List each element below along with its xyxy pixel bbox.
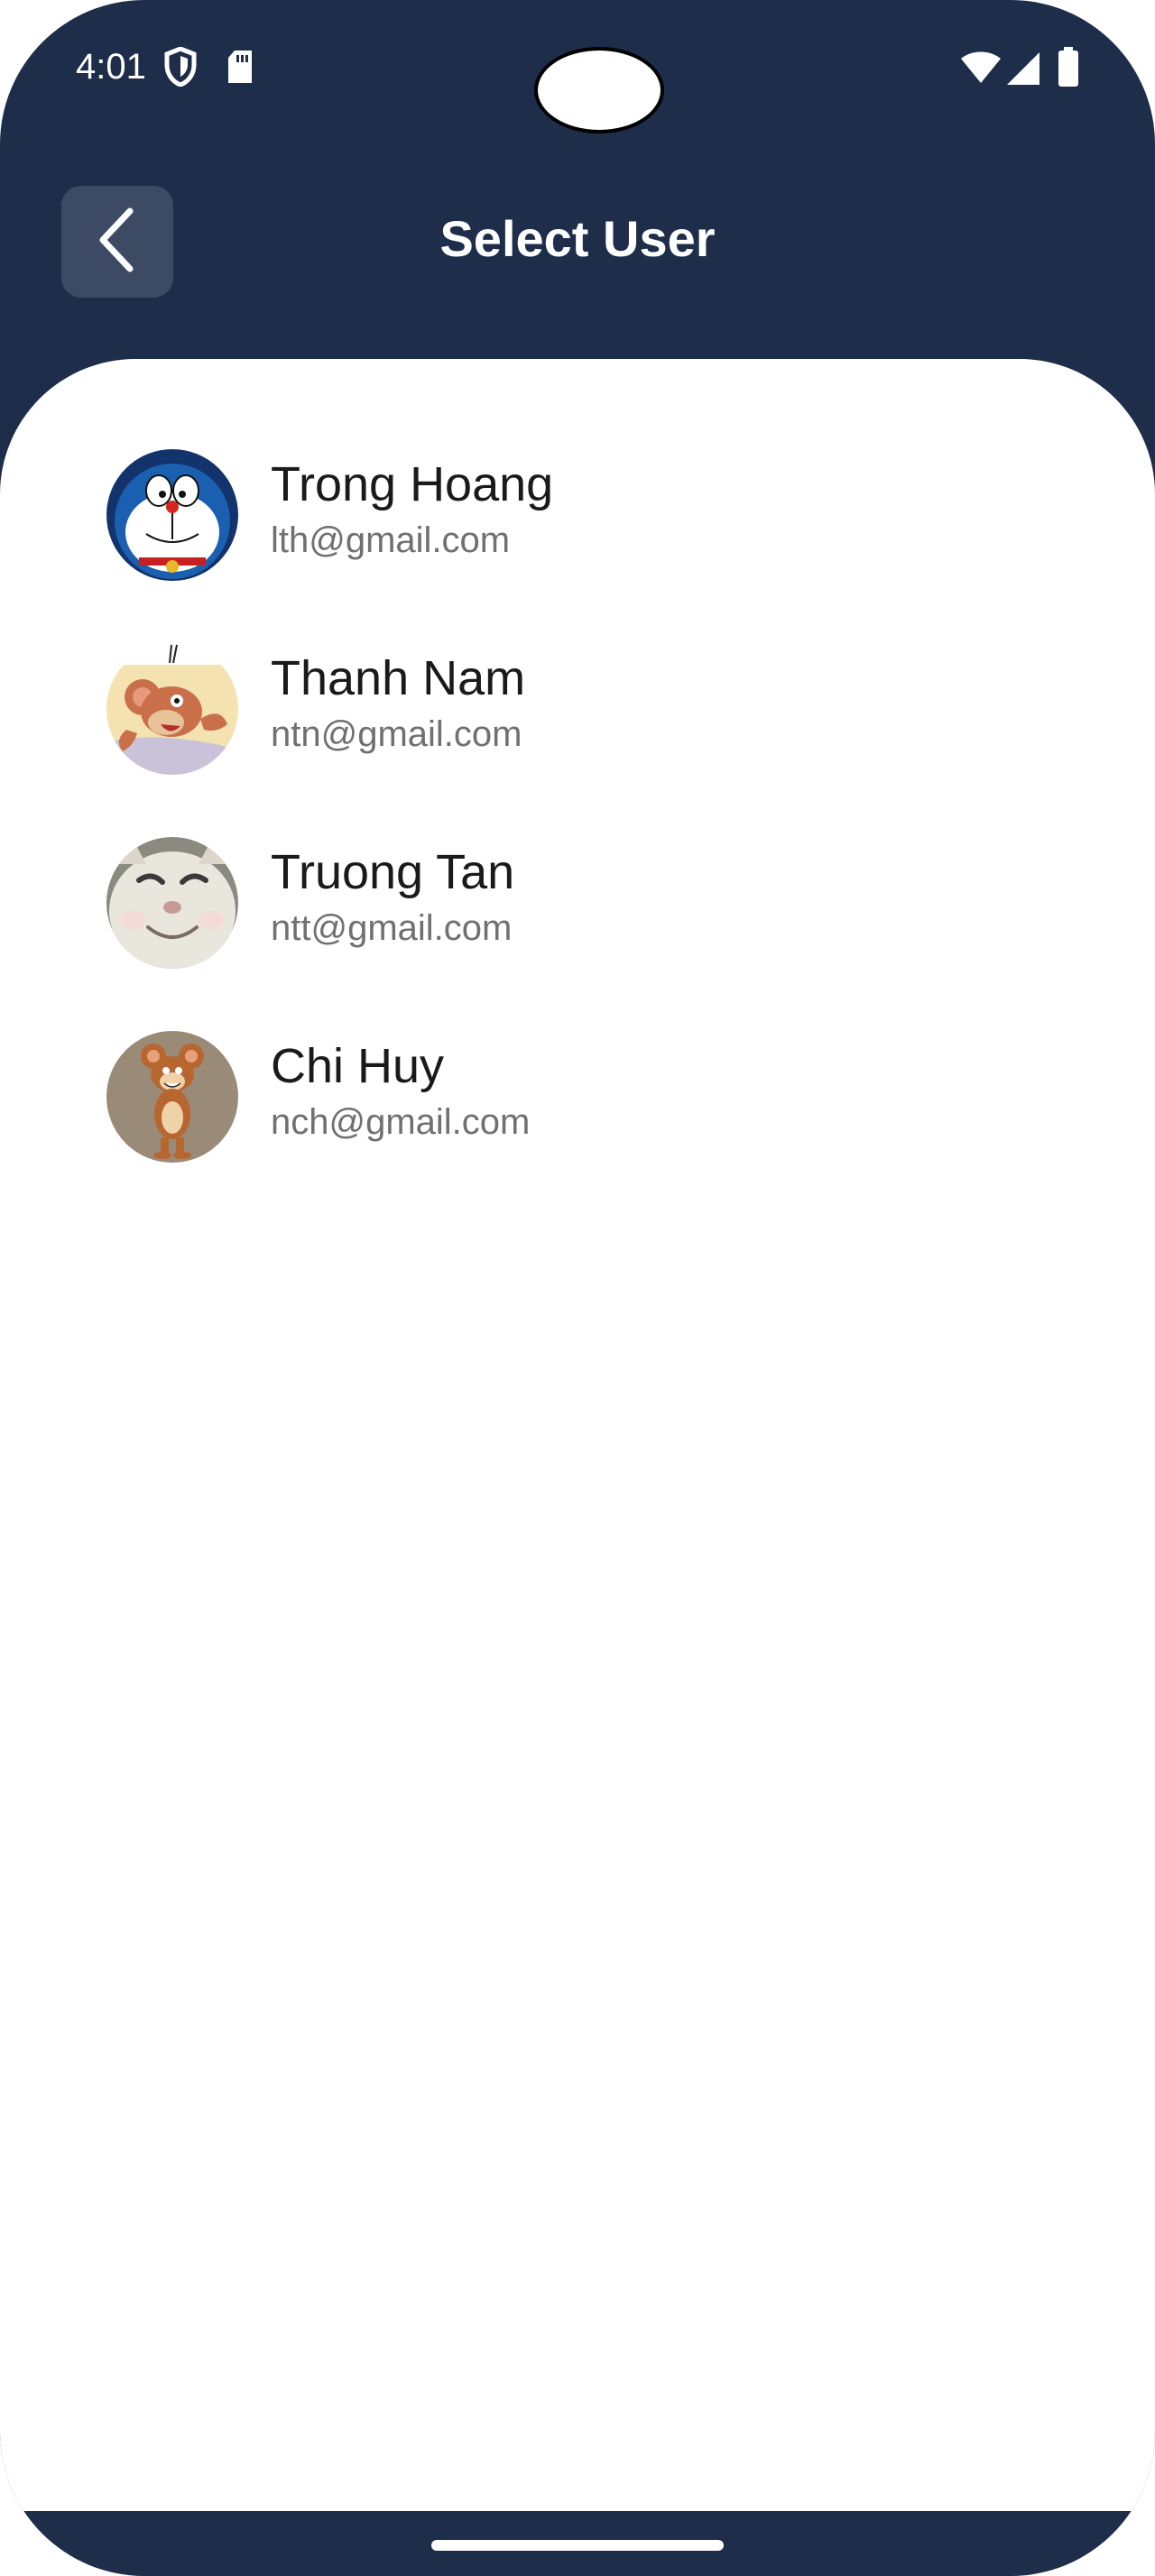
home-indicator[interactable] xyxy=(431,2540,724,2551)
user-name: Chi Huy xyxy=(271,1039,445,1093)
doraemon-avatar xyxy=(106,449,238,581)
user-name: Trong Hoang xyxy=(271,457,554,511)
page-title: Select User xyxy=(439,210,716,267)
user-name: Thanh Nam xyxy=(271,651,526,705)
user-item-trong-hoang[interactable]: Trong Hoang lth@gmail.com xyxy=(0,449,1155,643)
user-name: Truong Tan xyxy=(271,845,515,899)
jerry-standing-avatar xyxy=(106,1031,238,1163)
user-email: lth@gmail.com xyxy=(271,520,511,560)
content-card: Trong Hoang lth@gmail.com Thanh Nam ntn@… xyxy=(0,359,1155,2511)
user-item-truong-tan[interactable]: Truong Tan ntt@gmail.com xyxy=(0,837,1155,1031)
shield-icon xyxy=(164,46,197,91)
battery-icon xyxy=(1058,47,1079,91)
user-list: Trong Hoang lth@gmail.com Thanh Nam ntn@… xyxy=(0,449,1155,1225)
user-item-thanh-nam[interactable]: Thanh Nam ntn@gmail.com xyxy=(0,643,1155,837)
sd-card-icon xyxy=(226,49,254,89)
camera-cutout xyxy=(534,47,664,133)
status-time: 4:01 xyxy=(76,47,146,87)
signal-icon xyxy=(1005,51,1041,91)
smiling-cat-avatar xyxy=(106,837,238,969)
phone-screen: 4:01 Select User Trong Hoang lth@gmail.c… xyxy=(0,0,1155,2576)
user-email: ntn@gmail.com xyxy=(271,714,522,754)
user-email: ntt@gmail.com xyxy=(271,908,513,948)
wifi-icon xyxy=(960,51,1002,89)
user-item-chi-huy[interactable]: Chi Huy nch@gmail.com xyxy=(0,1031,1155,1225)
status-bar: 4:01 xyxy=(0,0,1155,144)
user-email: nch@gmail.com xyxy=(271,1102,531,1142)
jerry-mouse-avatar xyxy=(106,643,238,775)
